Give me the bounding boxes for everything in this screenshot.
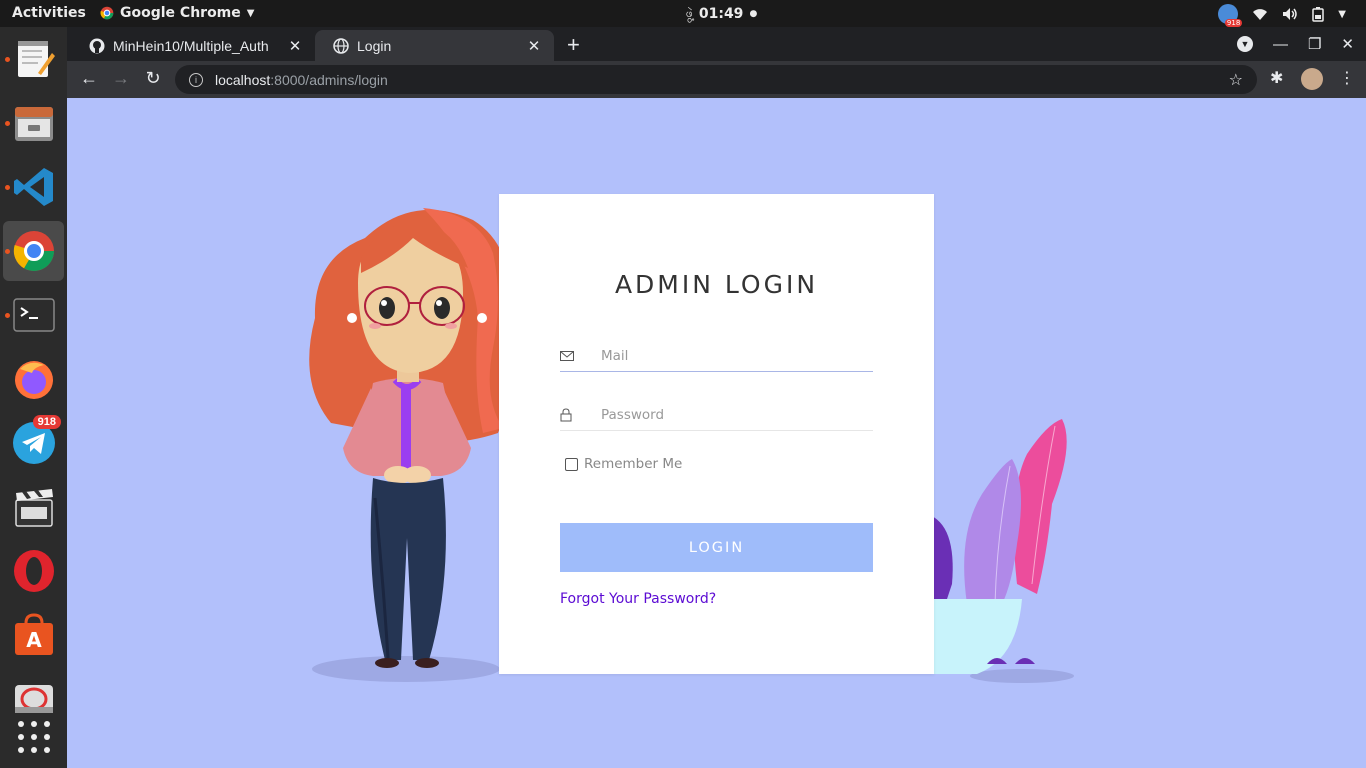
system-tray[interactable]: 918 ▼ <box>1218 4 1346 27</box>
clock[interactable]: ဖွဲ့ 01:49 ● <box>686 5 757 23</box>
system-top-bar: Activities Google Chrome ▼ ဖွဲ့ 01:49 ● … <box>0 0 1366 27</box>
tab-login[interactable]: Login ✕ <box>315 30 554 61</box>
dock: 918 A <box>0 27 67 768</box>
lock-icon <box>560 407 576 422</box>
wifi-icon <box>1253 9 1268 20</box>
back-arrow-icon[interactable]: ← <box>78 68 100 89</box>
running-indicator <box>5 121 10 126</box>
dock-item-terminal[interactable] <box>3 285 64 345</box>
browser-toolbar: ← → ↻ i localhost:8000/admins/login ☆ ✱ … <box>67 61 1366 98</box>
site-info-icon[interactable]: i <box>189 72 203 87</box>
login-page: ADMIN LOGIN Remember Me LOGIN Forgot You… <box>67 98 1366 768</box>
tray-badge-count: 918 <box>1224 19 1243 27</box>
maximize-icon[interactable]: ❐ <box>1308 35 1321 53</box>
opera-icon <box>13 550 54 592</box>
forward-arrow-icon[interactable]: → <box>110 68 132 89</box>
notification-dot-icon: ● <box>749 9 758 19</box>
app-menu-label: Google Chrome <box>120 5 241 21</box>
text-editor-icon <box>17 41 55 77</box>
login-card: ADMIN LOGIN Remember Me LOGIN Forgot You… <box>499 194 934 674</box>
close-tab-icon[interactable]: ✕ <box>526 37 542 55</box>
telegram-tray-icon[interactable]: 918 <box>1218 4 1243 27</box>
envelope-icon <box>560 350 576 361</box>
mail-input[interactable] <box>601 347 861 364</box>
terminal-icon <box>12 298 55 332</box>
dock-item-firefox[interactable] <box>3 349 64 409</box>
bookmark-star-icon[interactable]: ☆ <box>1229 70 1243 90</box>
window-controls: ▼ — ❐ ✕ <box>1236 27 1366 61</box>
dock-item-video-editor[interactable] <box>3 477 64 537</box>
close-tab-icon[interactable]: ✕ <box>287 37 303 55</box>
kebab-menu-icon[interactable]: ⋮ <box>1339 68 1355 88</box>
chrome-icon <box>13 231 54 271</box>
chevron-down-icon: ▼ <box>246 7 255 19</box>
new-tab-button[interactable]: + <box>567 32 580 58</box>
software-center-icon: A <box>14 613 53 655</box>
mail-field <box>560 340 873 372</box>
dock-item-chrome[interactable] <box>3 221 64 281</box>
reload-icon[interactable]: ↻ <box>142 68 164 89</box>
remember-me-checkbox[interactable] <box>565 457 578 471</box>
tab-strip: MinHein10/Multiple_Auth ✕ Login ✕ + ▼ — … <box>67 27 1366 61</box>
address-bar[interactable]: i localhost:8000/admins/login ☆ <box>175 65 1257 94</box>
url-path: :8000/admins/login <box>270 71 388 88</box>
page-title: ADMIN LOGIN <box>614 270 819 299</box>
clapperboard-icon <box>14 489 53 527</box>
tab-title: MinHein10/Multiple_Auth <box>113 37 269 54</box>
globe-icon <box>333 37 349 54</box>
dock-item-opera[interactable] <box>3 541 64 601</box>
firefox-icon <box>14 361 53 399</box>
remember-me[interactable]: Remember Me <box>565 456 682 472</box>
password-field <box>560 399 873 431</box>
dock-item-telegram[interactable]: 918 <box>3 413 64 473</box>
tab-title: Login <box>357 37 392 54</box>
running-indicator <box>5 57 10 62</box>
url-host: localhost <box>215 71 271 88</box>
dock-item-files[interactable] <box>3 93 64 153</box>
forgot-password-link[interactable]: Forgot Your Password? <box>560 591 716 607</box>
profile-avatar[interactable] <box>1301 68 1323 90</box>
remember-me-label: Remember Me <box>584 456 683 472</box>
browser-window: MinHein10/Multiple_Auth ✕ Login ✕ + ▼ — … <box>67 27 1366 768</box>
tab-github[interactable]: MinHein10/Multiple_Auth ✕ <box>71 30 315 61</box>
activities-button[interactable]: Activities <box>12 5 86 21</box>
dock-item-vscode[interactable] <box>3 157 64 217</box>
files-icon <box>14 107 53 141</box>
plant-illustration <box>927 419 1074 683</box>
login-button[interactable]: LOGIN <box>560 523 873 572</box>
github-icon <box>89 38 105 53</box>
vscode-icon <box>13 168 53 206</box>
show-applications-button[interactable] <box>3 707 64 767</box>
input-method-indicator: ဖွဲ့ <box>686 6 693 20</box>
app-menu[interactable]: Google Chrome ▼ <box>100 5 254 21</box>
running-indicator <box>5 185 10 190</box>
tab-search-icon[interactable]: ▼ <box>1236 36 1253 52</box>
chrome-icon <box>100 6 114 20</box>
running-indicator <box>5 249 10 254</box>
password-input[interactable] <box>601 406 861 423</box>
woman-illustration <box>309 208 510 682</box>
apps-grid-icon <box>17 721 50 753</box>
volume-icon <box>1283 8 1298 20</box>
clock-time: 01:49 <box>698 6 744 22</box>
close-window-icon[interactable]: ✕ <box>1341 35 1354 53</box>
battery-icon <box>1312 6 1325 22</box>
running-indicator <box>5 313 10 318</box>
unread-badge: 918 <box>32 415 61 429</box>
extensions-puzzle-icon[interactable]: ✱ <box>1270 68 1283 88</box>
svg-text:A: A <box>26 628 42 652</box>
dock-item-text-editor[interactable] <box>3 29 64 89</box>
minimize-icon[interactable]: — <box>1273 36 1288 53</box>
dock-item-software-center[interactable]: A <box>3 605 64 665</box>
chevron-down-icon: ▼ <box>1338 8 1346 20</box>
